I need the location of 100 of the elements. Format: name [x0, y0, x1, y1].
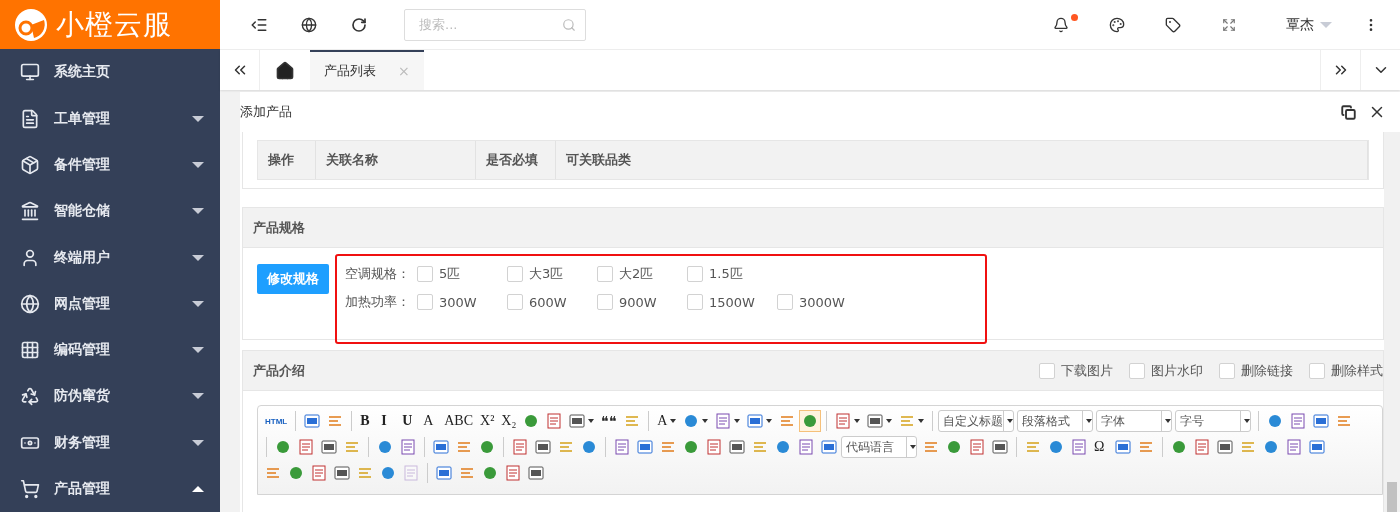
sidebar-item[interactable]: 终端用户 — [0, 234, 220, 281]
toolbar-button[interactable]: I — [378, 410, 399, 432]
document-icon — [311, 465, 327, 481]
toolbar-select[interactable]: 字体 — [1096, 410, 1173, 432]
window-icon — [992, 439, 1008, 455]
spec-checkbox[interactable]: 900W — [597, 294, 687, 310]
sidebar-item[interactable]: 编码管理 — [0, 326, 220, 374]
home-tab[interactable] — [260, 50, 310, 90]
lines-icon — [1240, 439, 1256, 455]
toolbar-button[interactable]: HTML — [262, 410, 291, 432]
toolbar-button[interactable]: ABC — [441, 410, 476, 432]
lines-icon — [1025, 439, 1041, 455]
home-icon — [275, 61, 295, 81]
toolbar-button[interactable] — [799, 410, 822, 432]
toolbar-button[interactable]: ❝❝ — [598, 410, 621, 432]
box-icon — [20, 154, 40, 175]
document-icon — [1286, 439, 1302, 455]
window-icon — [729, 439, 745, 455]
sidebar-item[interactable]: 智能仓储 — [0, 188, 220, 235]
restore-icon[interactable] — [1341, 104, 1356, 120]
document-icon — [614, 439, 630, 455]
document-icon — [835, 413, 852, 429]
window-icon — [867, 413, 884, 429]
option-checkbox[interactable]: 删除样式 — [1309, 361, 1383, 380]
document-icon — [1071, 439, 1087, 455]
sidebar-item[interactable]: 防伪窜货 — [0, 373, 220, 420]
toolbar-button[interactable]: A — [654, 410, 680, 432]
lines-icon — [1138, 439, 1154, 455]
spec-checkbox[interactable]: 1500W — [687, 294, 777, 310]
spec-checkbox[interactable]: 5匹 — [417, 265, 507, 283]
spec-checkbox[interactable]: 大2匹 — [597, 265, 687, 283]
spec-checkbox[interactable]: 大3匹 — [507, 265, 597, 283]
toolbar-select[interactable]: 字号 — [1175, 410, 1252, 432]
spec-label: 空调规格： — [345, 265, 411, 283]
lines-icon — [899, 413, 916, 429]
circle-icon — [288, 465, 304, 481]
window-icon — [1217, 439, 1233, 455]
notification-bell-icon[interactable] — [1053, 16, 1069, 33]
lines-icon — [779, 413, 796, 429]
circle-icon — [523, 413, 540, 429]
caret-icon — [1320, 21, 1332, 28]
circle-icon — [683, 413, 700, 429]
lines-icon — [660, 439, 676, 455]
toolbar-select[interactable]: 代码语言 — [841, 436, 917, 458]
scrollbar[interactable] — [1384, 132, 1400, 512]
document-icon — [298, 439, 314, 455]
sidebar-item[interactable]: 系统主页 — [0, 49, 220, 96]
sidebar-item[interactable]: 产品管理 — [0, 465, 220, 512]
lines-icon — [624, 413, 641, 429]
toolbar-button[interactable]: B — [357, 410, 378, 432]
spec-checkbox[interactable]: 600W — [507, 294, 597, 310]
circle-icon — [1048, 439, 1064, 455]
circle-icon — [946, 439, 962, 455]
user-menu[interactable]: 覃杰 — [1280, 14, 1338, 35]
sidebar-item[interactable]: 备件管理 — [0, 141, 220, 189]
circle-icon — [1267, 413, 1284, 429]
option-checkbox[interactable]: 图片水印 — [1129, 361, 1203, 380]
toolbar-button[interactable]: A — [420, 410, 441, 432]
toolbar-button[interactable]: Ω — [1091, 436, 1111, 458]
sidebar-item[interactable]: 网点管理 — [0, 280, 220, 327]
window-icon — [334, 465, 350, 481]
grid-icon — [20, 340, 40, 361]
spec-checkbox[interactable]: 1.5匹 — [687, 265, 777, 283]
window-icon — [321, 439, 337, 455]
circle-icon — [1171, 439, 1187, 455]
monitor-icon — [20, 62, 40, 83]
circle-icon — [479, 439, 495, 455]
toolbar-select[interactable]: 段落格式 — [1017, 410, 1094, 432]
spec-checkbox[interactable]: 300W — [417, 294, 507, 310]
lines-icon — [1336, 413, 1353, 429]
window-icon — [304, 413, 321, 429]
document-icon — [798, 439, 814, 455]
sidebar-item[interactable]: 工单管理 — [0, 95, 220, 142]
toolbar-button[interactable]: X₂ — [498, 410, 520, 432]
tab[interactable]: 产品列表 × — [310, 50, 424, 90]
logo-text: 小橙云服 — [56, 6, 172, 43]
globe-icon — [20, 293, 40, 314]
document-icon — [1194, 439, 1210, 455]
bank-icon — [20, 201, 40, 222]
window-icon — [1115, 439, 1131, 455]
circle-icon — [380, 465, 396, 481]
spec-checkbox[interactable]: 3000W — [777, 294, 867, 310]
circle-icon — [275, 439, 291, 455]
toolbar-select[interactable]: 自定义标题 — [938, 410, 1015, 432]
document-icon — [512, 439, 528, 455]
toolbar-button[interactable]: U — [399, 410, 420, 432]
document-icon — [706, 439, 722, 455]
column-header: 可关联品类 — [556, 141, 1368, 179]
scroll-right-icon[interactable] — [1320, 50, 1360, 90]
lines-icon — [558, 439, 574, 455]
lines-icon — [327, 413, 344, 429]
option-checkbox[interactable]: 下载图片 — [1039, 361, 1113, 380]
column-header: 是否必填 — [476, 141, 556, 179]
user-icon — [20, 247, 40, 268]
circle-icon — [802, 413, 819, 429]
search-field[interactable]: 搜索... — [404, 8, 586, 41]
lines-icon — [923, 439, 939, 455]
sidebar-item[interactable]: 财务管理 — [0, 419, 220, 466]
toolbar-button[interactable]: X² — [477, 410, 498, 432]
option-checkbox[interactable]: 删除链接 — [1219, 361, 1293, 380]
